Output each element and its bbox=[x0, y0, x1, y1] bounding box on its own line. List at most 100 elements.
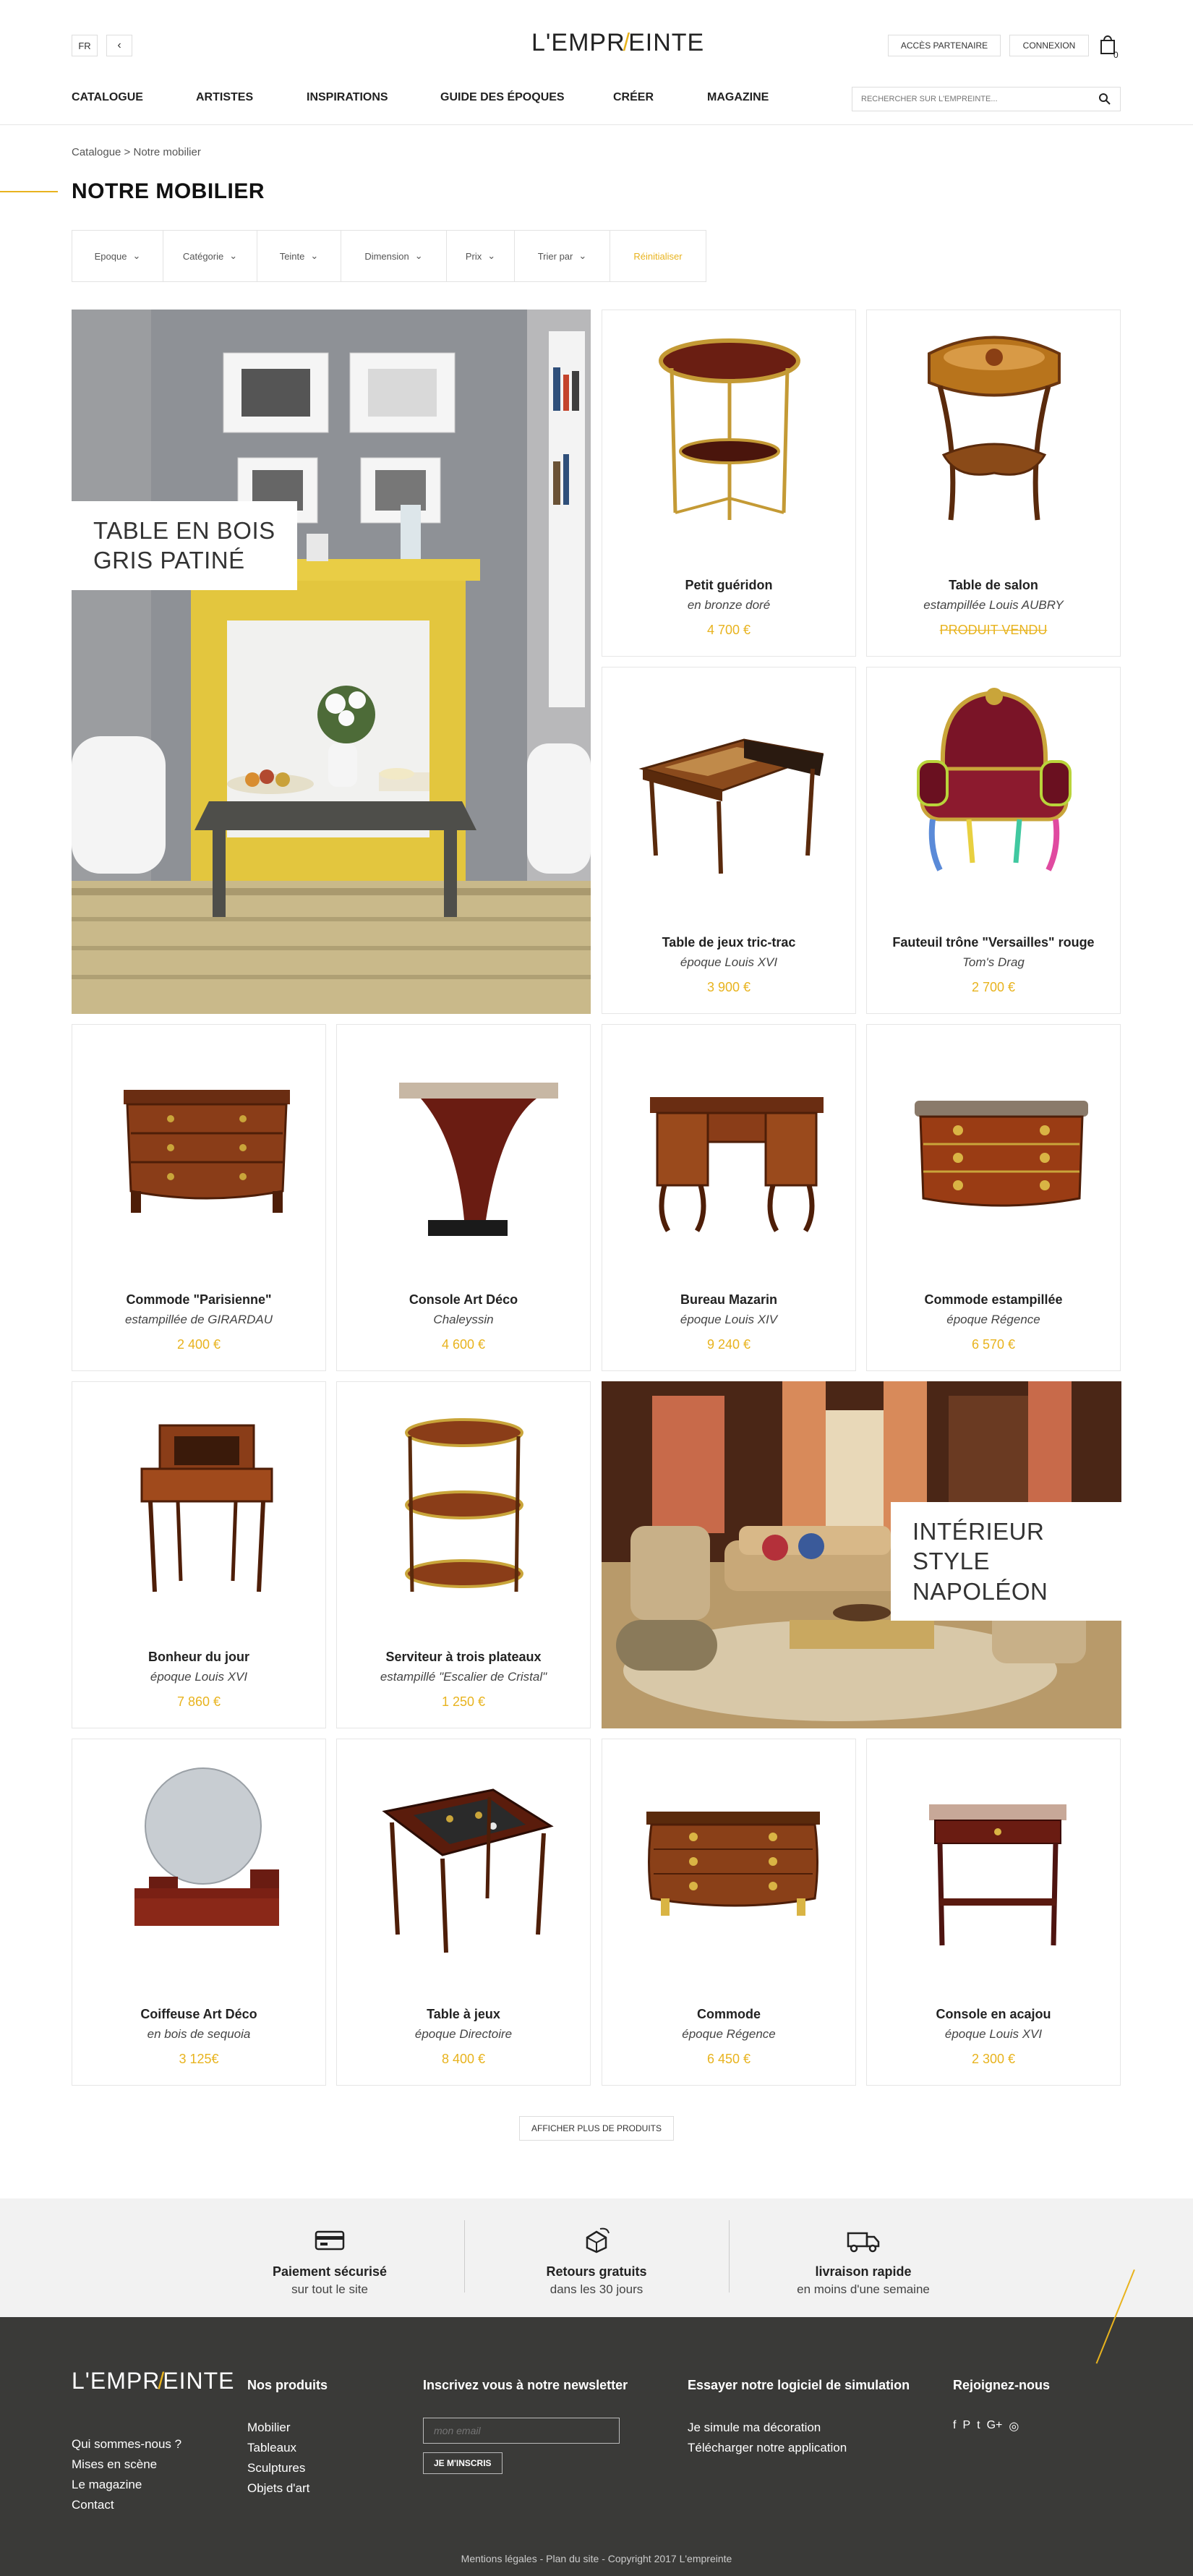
feature-label-line: GRIS PATINÉ bbox=[93, 547, 245, 574]
sort-by[interactable]: Trier par ⌄ bbox=[515, 231, 610, 281]
filter-label: Catégorie bbox=[182, 250, 224, 262]
product-price: 2 700 € bbox=[971, 980, 1016, 994]
product-price: 6 570 € bbox=[971, 1337, 1016, 1352]
search-input[interactable] bbox=[861, 95, 1098, 103]
console-icon bbox=[929, 1804, 1066, 1946]
partner-access-button[interactable]: ACCÈS PARTENAIRE bbox=[888, 35, 1001, 56]
facebook-icon[interactable]: f bbox=[953, 2419, 956, 2434]
product-subtitle: époque Louis XVI bbox=[150, 1670, 248, 1684]
footer-link[interactable]: Le magazine bbox=[72, 2478, 181, 2492]
nav-guide-epoques[interactable]: GUIDE DES ÉPOQUES bbox=[440, 91, 565, 104]
product-card[interactable]: Console en acajou époque Louis XVI 2 300… bbox=[866, 1739, 1121, 2086]
commode-icon bbox=[646, 1812, 820, 1916]
footer-link[interactable]: Mobilier bbox=[247, 2421, 328, 2435]
commode-icon bbox=[915, 1101, 1088, 1207]
feature-table-bois[interactable]: TABLE EN BOIS GRIS PATINÉ bbox=[72, 310, 591, 1014]
product-subtitle: époque Régence bbox=[682, 2027, 776, 2041]
product-card[interactable]: Bonheur du jour époque Louis XVI 7 860 € bbox=[72, 1381, 326, 1728]
cart-button[interactable]: 0 bbox=[1098, 32, 1120, 60]
footer-link[interactable]: Je simule ma décoration bbox=[688, 2421, 910, 2435]
nav-inspirations[interactable]: INSPIRATIONS bbox=[307, 91, 388, 104]
benefit-divider bbox=[729, 2220, 730, 2293]
benefit-title: livraison rapide bbox=[815, 2264, 912, 2279]
footer-social-column: Rejoignez-nous f P t G+ ◎ bbox=[953, 2378, 1050, 2434]
search-icon[interactable] bbox=[1098, 93, 1111, 106]
living-room-photo bbox=[72, 310, 591, 1014]
product-card[interactable]: Commode "Parisienne" estampillée de GIRA… bbox=[72, 1024, 326, 1371]
benefit-subtitle: sur tout le site bbox=[291, 2282, 368, 2296]
footer-link[interactable]: Télécharger notre application bbox=[688, 2441, 910, 2455]
nav-magazine[interactable]: MAGAZINE bbox=[707, 91, 769, 104]
filter-label: Dimension bbox=[364, 250, 409, 262]
filter-epoque[interactable]: Epoque ⌄ bbox=[72, 231, 163, 281]
nav-creer[interactable]: CRÉER bbox=[613, 91, 654, 104]
newsletter-email-input[interactable] bbox=[423, 2418, 620, 2444]
vanity-icon bbox=[134, 1767, 279, 1926]
footer-column-title: Nos produits bbox=[247, 2378, 328, 2392]
product-name: Serviteur à trois plateaux bbox=[385, 1650, 542, 1664]
pinterest-icon[interactable]: P bbox=[962, 2419, 970, 2434]
product-card[interactable]: Petit guéridon en bronze doré 4 700 € bbox=[602, 310, 856, 657]
product-card[interactable]: Table à jeux époque Directoire 8 400 € bbox=[336, 1739, 591, 2086]
footer-link[interactable]: Objets d'art bbox=[247, 2481, 328, 2496]
console-icon bbox=[399, 1083, 558, 1236]
reset-filters-button[interactable]: Réinitialiser bbox=[610, 231, 706, 281]
instagram-icon[interactable]: ◎ bbox=[1009, 2419, 1019, 2434]
logo-text-left: L'EMPR bbox=[72, 2368, 161, 2394]
footer-copyright[interactable]: Mentions légales - Plan du site - Copyri… bbox=[0, 2553, 1193, 2564]
filter-prix[interactable]: Prix ⌄ bbox=[447, 231, 515, 281]
benefit-divider bbox=[464, 2220, 465, 2293]
product-card[interactable]: Serviteur à trois plateaux estampillé "E… bbox=[336, 1381, 591, 1728]
filter-categorie[interactable]: Catégorie ⌄ bbox=[163, 231, 257, 281]
footer-newsletter-column: Inscrivez vous à notre newsletter JE M'I… bbox=[423, 2378, 628, 2474]
footer-column-title: Inscrivez vous à notre newsletter bbox=[423, 2378, 628, 2392]
breadcrumb[interactable]: Catalogue > Notre mobilier bbox=[72, 146, 201, 158]
product-card[interactable]: Commode estampillée époque Régence 6 570… bbox=[866, 1024, 1121, 1371]
product-subtitle: Tom's Drag bbox=[962, 955, 1025, 969]
product-card[interactable]: Table de jeux tric-trac époque Louis XVI… bbox=[602, 667, 856, 1014]
newsletter-subscribe-button[interactable]: JE M'INSCRIS bbox=[423, 2452, 503, 2474]
footer-products-column: Nos produits Mobilier Tableaux Sculpture… bbox=[247, 2378, 328, 2502]
site-logo[interactable]: L'EMPR/EINTE bbox=[531, 29, 704, 57]
benefit-title: Retours gratuits bbox=[546, 2264, 647, 2279]
filter-dimension[interactable]: Dimension ⌄ bbox=[341, 231, 447, 281]
benefit-fast-delivery: livraison rapide en moins d'une semaine bbox=[755, 2225, 972, 2297]
filter-label: Epoque bbox=[94, 250, 127, 262]
product-subtitle: en bois de sequoia bbox=[147, 2027, 251, 2041]
feature-label-line: NAPOLÉON bbox=[912, 1577, 1048, 1605]
footer-link[interactable]: Contact bbox=[72, 2498, 181, 2512]
feature-interieur-napoleon[interactable]: INTÉRIEUR STYLE NAPOLÉON bbox=[602, 1381, 1121, 1728]
filter-teinte[interactable]: Teinte ⌄ bbox=[257, 231, 341, 281]
product-name: Coiffeuse Art Déco bbox=[140, 2007, 257, 2021]
product-name: Bonheur du jour bbox=[148, 1650, 249, 1664]
nav-catalogue[interactable]: CATALOGUE bbox=[72, 91, 143, 104]
footer-link[interactable]: Sculptures bbox=[247, 2461, 328, 2475]
product-card[interactable]: Console Art Déco Chaleyssin 4 600 € bbox=[336, 1024, 591, 1371]
twitter-icon[interactable]: t bbox=[977, 2419, 980, 2434]
product-name: Fauteuil trône "Versailles" rouge bbox=[892, 935, 1095, 950]
footer-link[interactable]: Tableaux bbox=[247, 2441, 328, 2455]
product-name: Commode "Parisienne" bbox=[126, 1292, 272, 1307]
filter-label: Trier par bbox=[537, 250, 573, 262]
chevron-down-icon: ⌄ bbox=[487, 250, 496, 261]
product-card[interactable]: Coiffeuse Art Déco en bois de sequoia 3 … bbox=[72, 1739, 326, 2086]
nav-artistes[interactable]: ARTISTES bbox=[196, 91, 253, 104]
product-name: Commode estampillée bbox=[924, 1292, 1063, 1307]
google-plus-icon[interactable]: G+ bbox=[987, 2419, 1003, 2434]
back-button[interactable]: ‹ bbox=[106, 35, 132, 56]
product-name: Petit guéridon bbox=[685, 578, 773, 592]
language-selector[interactable]: FR bbox=[72, 35, 98, 56]
product-card[interactable]: Table de salon estampillée Louis AUBRY P… bbox=[866, 310, 1121, 657]
product-name: Table de jeux tric-trac bbox=[662, 935, 796, 950]
product-card[interactable]: Bureau Mazarin époque Louis XIV 9 240 € bbox=[602, 1024, 856, 1371]
product-card[interactable]: Commode époque Régence 6 450 € bbox=[602, 1739, 856, 2086]
shopping-bag-icon: 0 bbox=[1100, 35, 1119, 60]
footer-simulation-column: Essayer notre logiciel de simulation Je … bbox=[688, 2378, 910, 2461]
login-button[interactable]: CONNEXION bbox=[1009, 35, 1089, 56]
etagere-icon bbox=[405, 1418, 523, 1592]
footer-logo[interactable]: L'EMPR/EINTE bbox=[72, 2368, 234, 2394]
footer-link[interactable]: Qui sommes-nous ? bbox=[72, 2437, 181, 2452]
footer-link[interactable]: Mises en scène bbox=[72, 2457, 181, 2472]
product-card[interactable]: Fauteuil trône "Versailles" rouge Tom's … bbox=[866, 667, 1121, 1014]
show-more-products-button[interactable]: AFFICHER PLUS DE PRODUITS bbox=[519, 2116, 674, 2141]
